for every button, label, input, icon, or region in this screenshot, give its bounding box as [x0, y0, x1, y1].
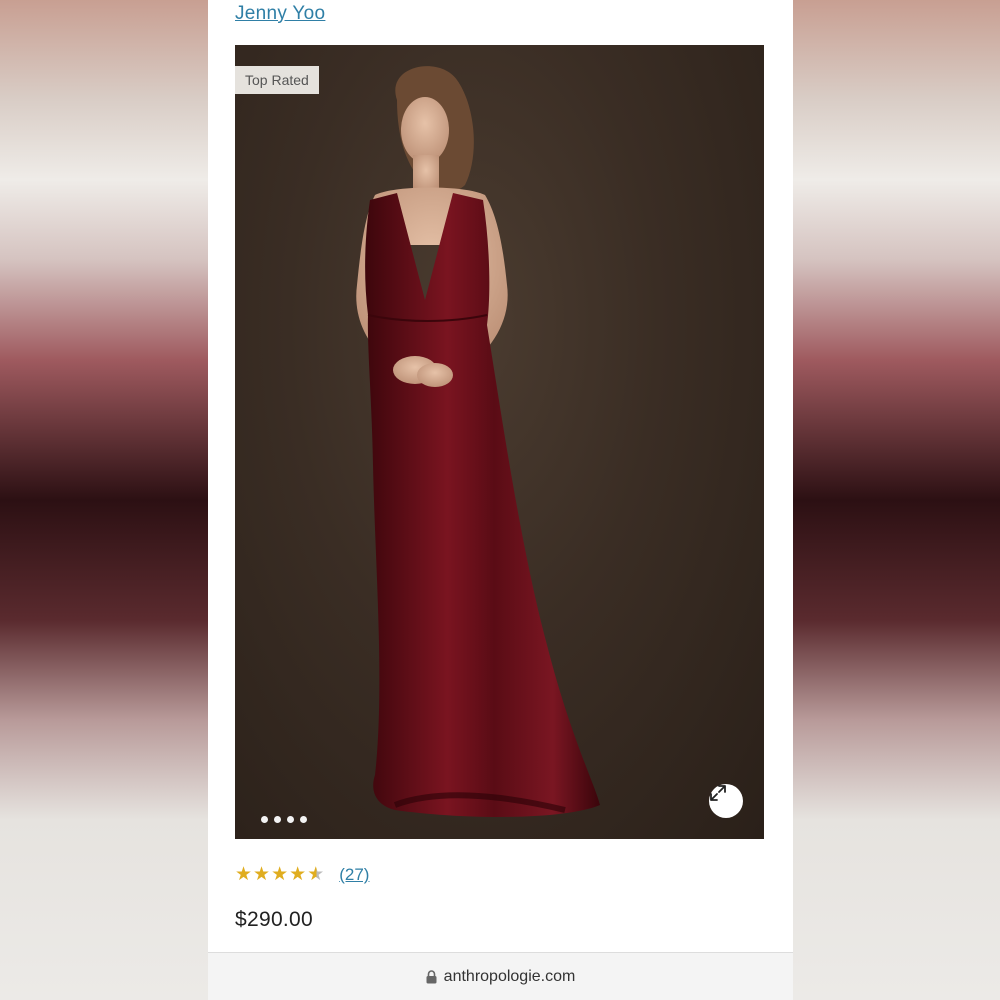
dress-photo [356, 66, 600, 817]
phone-screen: Jenny Yoo Top Rated ★ ★ ★ ★ ★ (27) $290.… [208, 0, 793, 1000]
half-star-icon: ★ [307, 864, 325, 885]
gallery-dot[interactable] [261, 816, 268, 823]
rating-stars: ★ ★ ★ ★ ★ [235, 864, 324, 886]
expand-icon [710, 785, 726, 801]
product-rating: ★ ★ ★ ★ ★ (27) [235, 864, 369, 886]
gallery-dot[interactable] [300, 816, 307, 823]
expand-image-button[interactable] [709, 784, 743, 818]
brand-link[interactable]: Jenny Yoo [235, 3, 325, 25]
url-text: anthropologie.com [443, 967, 576, 985]
gallery-dot[interactable] [274, 816, 281, 823]
star-icon: ★ [235, 864, 253, 885]
top-rated-badge: Top Rated [235, 66, 319, 94]
star-icon: ★ [289, 864, 307, 885]
product-price: $290.00 [235, 908, 314, 931]
lock-icon [426, 969, 437, 983]
product-image[interactable]: Top Rated [235, 45, 764, 839]
background-left [0, 0, 208, 1000]
review-count-link[interactable]: (27) [339, 865, 369, 885]
browser-address-bar[interactable]: anthropologie.com [208, 952, 793, 1000]
star-icon: ★ [253, 864, 271, 885]
star-icon: ★ [271, 864, 289, 885]
gallery-pagination[interactable] [261, 816, 307, 823]
gallery-dot[interactable] [287, 816, 294, 823]
background-right [793, 0, 1000, 1000]
